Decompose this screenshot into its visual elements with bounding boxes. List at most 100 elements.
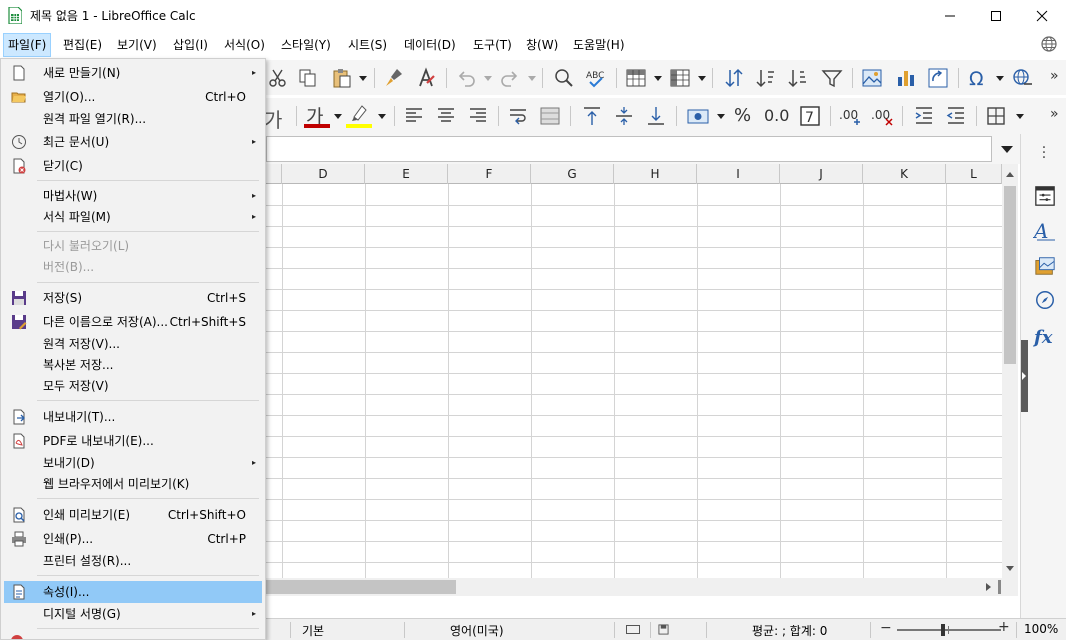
horizontal-scroll-thumb[interactable] [262,580,456,594]
spelling-button[interactable]: ABC [584,66,608,90]
minimize-button[interactable] [927,0,973,31]
column-header-k[interactable]: K [863,164,946,184]
menu-item-save-as[interactable]: 다른 이름으로 저장(A)... Ctrl+Shift+S [4,311,262,333]
menu-item-save-remote[interactable]: 원격 저장(V)... [4,333,262,355]
document-modified-icon[interactable] [658,624,669,635]
redo-dropdown[interactable] [528,76,536,81]
merge-cells-button[interactable] [538,104,562,128]
menu-item-properties[interactable]: 속성(I)... [4,581,262,603]
hyperlink-button[interactable] [1010,66,1034,90]
menu-item-printer-settings[interactable]: 프린터 설정(R)... [4,550,262,572]
column-header-f[interactable]: F [448,164,531,184]
find-replace-button[interactable] [552,66,576,90]
vertical-scrollbar[interactable] [1002,164,1018,578]
align-right-button[interactable] [466,104,490,128]
menu-styles[interactable]: 스타일(Y) [277,33,335,57]
menu-item-open-remote[interactable]: 원격 파일 열기(R)... [4,108,262,130]
currency-dropdown[interactable] [717,114,725,119]
sidebar-functions-button[interactable]: fx [1033,324,1057,348]
maximize-button[interactable] [973,0,1019,31]
menu-data[interactable]: 데이터(D) [400,33,460,57]
sidebar-navigator-button[interactable] [1033,288,1057,312]
menu-item-print-preview[interactable]: 인쇄 미리보기(E) Ctrl+Shift+O [4,504,262,526]
clear-formatting-button[interactable] [414,66,438,90]
menu-item-save-all[interactable]: 모두 저장(V) [4,375,262,397]
menu-insert[interactable]: 삽입(I) [169,33,212,57]
close-window-button[interactable] [1019,0,1065,31]
sort-ascending-button[interactable] [754,66,778,90]
toolbar-overflow-button[interactable]: » [1050,68,1059,84]
align-center-button[interactable] [434,104,458,128]
align-bottom-button[interactable] [644,104,668,128]
sidebar-properties-button[interactable] [1033,184,1057,208]
menu-item-export[interactable]: 내보내기(T)... [4,406,262,428]
paste-button[interactable] [330,66,354,90]
formula-expand-button[interactable] [994,136,1020,162]
sort-button[interactable] [722,66,746,90]
currency-format-button[interactable] [686,104,710,128]
menu-item-save[interactable]: 저장(S) Ctrl+S [4,287,262,309]
font-color-button[interactable]: 가 [304,102,330,130]
special-character-dropdown[interactable] [996,76,1004,81]
menu-window[interactable]: 창(W) [522,33,562,57]
highlight-color-button[interactable] [346,102,372,130]
scroll-up-icon[interactable] [1006,172,1014,177]
menu-item-save-copy[interactable]: 복사본 저장... [4,354,262,376]
language-status[interactable]: 영어(미국) [450,622,504,639]
borders-button[interactable] [984,104,1008,128]
number-format-button[interactable]: 0.0 [764,106,789,125]
undo-button[interactable] [454,66,478,90]
vertical-scroll-thumb[interactable] [1004,186,1016,364]
sidebar-gallery-button[interactable] [1033,254,1057,278]
column-header-i[interactable]: I [697,164,780,184]
column-header-e[interactable]: E [365,164,448,184]
date-format-button[interactable]: 7 [798,104,822,128]
menu-item-print[interactable]: 인쇄(P)... Ctrl+P [4,528,262,550]
row-dropdown[interactable] [654,76,662,81]
clone-formatting-button[interactable] [382,66,406,90]
page-style-status[interactable]: 기본 [302,622,324,639]
zoom-in-button[interactable]: + [998,619,1010,635]
formula-input[interactable] [266,136,992,162]
menu-file[interactable]: 파일(F) [3,33,52,57]
column-header-g[interactable]: G [531,164,614,184]
column-header-j[interactable]: J [780,164,863,184]
wrap-text-button[interactable] [506,104,530,128]
sort-descending-button[interactable] [786,66,810,90]
delete-decimal-button[interactable]: .00 [870,104,894,128]
sidebar-styles-button[interactable]: A [1033,218,1057,242]
menu-item-templates[interactable]: 서식 파일(M) ▸ [4,206,262,228]
autofilter-button[interactable] [820,66,844,90]
insert-image-button[interactable] [860,66,884,90]
add-decimal-button[interactable]: .00 [838,104,862,128]
sum-average-status[interactable]: 평균: ; 합계: 0 [752,622,827,639]
special-character-button[interactable]: Ω [966,66,990,90]
selection-mode-icon[interactable] [626,625,640,634]
sidebar-menu-button[interactable]: · · · [1041,141,1047,165]
zoom-level-status[interactable]: 100% [1024,622,1058,636]
paste-dropdown[interactable] [359,76,367,81]
sheet-split-handle[interactable] [998,580,1001,594]
zoom-slider-thumb[interactable] [941,624,945,636]
menu-item-new[interactable]: 새로 만들기(N) ▸ [4,62,262,84]
menu-item-digital-signatures[interactable]: 디지털 서명(G) ▸ [4,603,262,625]
spreadsheet-grid[interactable]: D E F G H I J K L [262,164,1002,578]
zoom-out-button[interactable]: − [880,620,892,636]
percent-format-button[interactable]: % [734,105,751,126]
sidebar-collapse-handle[interactable] [1021,340,1028,412]
redo-button[interactable] [498,66,522,90]
menu-item-recent-documents[interactable]: 최근 문서(U) ▸ [4,131,262,153]
column-button[interactable] [668,66,692,90]
font-color-dropdown[interactable] [334,114,342,119]
scroll-right-icon[interactable] [986,583,991,591]
menu-tools[interactable]: 도구(T) [469,33,516,57]
menu-item-close[interactable]: 닫기(C) [4,155,262,177]
decrease-indent-button[interactable] [944,104,968,128]
menu-view[interactable]: 보기(V) [113,33,161,57]
menu-help[interactable]: 도움말(H) [569,33,629,57]
scroll-down-icon[interactable] [1006,566,1014,571]
menu-format[interactable]: 서식(O) [220,33,269,57]
toolbar2-overflow-button[interactable]: » [1050,106,1059,122]
row-button[interactable] [624,66,648,90]
column-dropdown[interactable] [698,76,706,81]
